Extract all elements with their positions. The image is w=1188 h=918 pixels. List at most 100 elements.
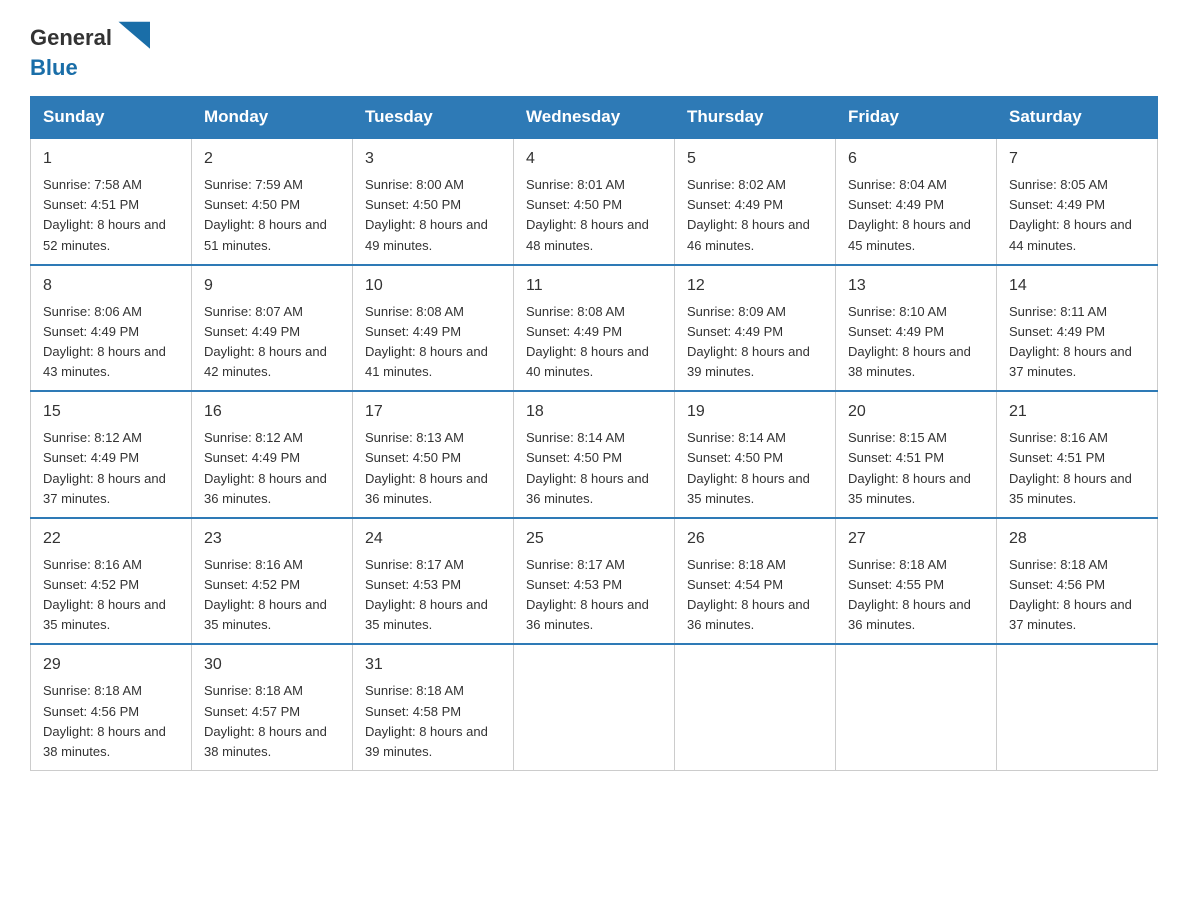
calendar-day-cell: 25Sunrise: 8:17 AMSunset: 4:53 PMDayligh…: [514, 518, 675, 645]
calendar-week-row: 15 Sunrise: 8:12 AMSunset: 4:49 PMDayligh…: [31, 391, 1158, 518]
day-info: Sunrise: 8:17 AMSunset: 4:53 PMDaylight:…: [526, 555, 662, 636]
page-header: General Blue: [30, 20, 1158, 80]
day-info: Sunrise: 8:01 AMSunset: 4:50 PMDaylight:…: [526, 175, 662, 256]
day-info: Sunrise: 8:06 AMSunset: 4:49 PMDaylight:…: [43, 302, 179, 383]
day-number: 15: [43, 400, 179, 424]
calendar-day-cell: 4 Sunrise: 8:01 AMSunset: 4:50 PMDaylight…: [514, 138, 675, 265]
day-number: 27: [848, 527, 984, 551]
day-number: 19: [687, 400, 823, 424]
day-number: 7: [1009, 147, 1145, 171]
day-number: 1: [43, 147, 179, 171]
day-info: Sunrise: 8:08 AMSunset: 4:49 PMDaylight:…: [365, 302, 501, 383]
day-info: Sunrise: 8:04 AMSunset: 4:49 PMDaylight:…: [848, 175, 984, 256]
day-number: 21: [1009, 400, 1145, 424]
day-info: Sunrise: 7:58 AMSunset: 4:51 PMDaylight:…: [43, 175, 179, 256]
calendar-day-cell: 9 Sunrise: 8:07 AMSunset: 4:49 PMDaylight…: [192, 265, 353, 392]
day-info: Sunrise: 8:00 AMSunset: 4:50 PMDaylight:…: [365, 175, 501, 256]
logo-text-general: General: [30, 26, 112, 50]
calendar-empty-cell: [514, 644, 675, 770]
calendar-day-cell: 1 Sunrise: 7:58 AMSunset: 4:51 PMDaylight…: [31, 138, 192, 265]
day-info: Sunrise: 8:16 AMSunset: 4:52 PMDaylight:…: [204, 555, 340, 636]
day-info: Sunrise: 8:14 AMSunset: 4:50 PMDaylight:…: [687, 428, 823, 509]
day-info: Sunrise: 8:12 AMSunset: 4:49 PMDaylight:…: [43, 428, 179, 509]
day-number: 14: [1009, 274, 1145, 298]
day-number: 20: [848, 400, 984, 424]
calendar-day-cell: 23 Sunrise: 8:16 AMSunset: 4:52 PMDayligh…: [192, 518, 353, 645]
weekday-header-wednesday: Wednesday: [514, 97, 675, 139]
day-number: 30: [204, 653, 340, 677]
calendar-week-row: 29 Sunrise: 8:18 AMSunset: 4:56 PMDayligh…: [31, 644, 1158, 770]
calendar-day-cell: 15 Sunrise: 8:12 AMSunset: 4:49 PMDayligh…: [31, 391, 192, 518]
calendar-day-cell: 14 Sunrise: 8:11 AMSunset: 4:49 PMDayligh…: [997, 265, 1158, 392]
day-number: 16: [204, 400, 340, 424]
day-info: Sunrise: 8:02 AMSunset: 4:49 PMDaylight:…: [687, 175, 823, 256]
weekday-header-saturday: Saturday: [997, 97, 1158, 139]
day-info: Sunrise: 7:59 AMSunset: 4:50 PMDaylight:…: [204, 175, 340, 256]
calendar-day-cell: 2 Sunrise: 7:59 AMSunset: 4:50 PMDaylight…: [192, 138, 353, 265]
day-number: 2: [204, 147, 340, 171]
day-number: 8: [43, 274, 179, 298]
weekday-header-thursday: Thursday: [675, 97, 836, 139]
day-number: 4: [526, 147, 662, 171]
day-number: 23: [204, 527, 340, 551]
day-number: 5: [687, 147, 823, 171]
calendar-empty-cell: [836, 644, 997, 770]
calendar-empty-cell: [675, 644, 836, 770]
calendar-day-cell: 29 Sunrise: 8:18 AMSunset: 4:56 PMDayligh…: [31, 644, 192, 770]
calendar-day-cell: 20 Sunrise: 8:15 AMSunset: 4:51 PMDayligh…: [836, 391, 997, 518]
calendar-day-cell: 10 Sunrise: 8:08 AMSunset: 4:49 PMDayligh…: [353, 265, 514, 392]
day-number: 28: [1009, 527, 1145, 551]
day-info: Sunrise: 8:18 AMSunset: 4:56 PMDaylight:…: [43, 681, 179, 762]
day-number: 9: [204, 274, 340, 298]
day-info: Sunrise: 8:16 AMSunset: 4:51 PMDaylight:…: [1009, 428, 1145, 509]
calendar-day-cell: 18Sunrise: 8:14 AMSunset: 4:50 PMDayligh…: [514, 391, 675, 518]
calendar-empty-cell: [997, 644, 1158, 770]
weekday-header-monday: Monday: [192, 97, 353, 139]
calendar-week-row: 1 Sunrise: 7:58 AMSunset: 4:51 PMDaylight…: [31, 138, 1158, 265]
day-info: Sunrise: 8:07 AMSunset: 4:49 PMDaylight:…: [204, 302, 340, 383]
day-number: 18: [526, 400, 662, 424]
logo-text-blue: Blue: [30, 56, 78, 80]
calendar-day-cell: 19 Sunrise: 8:14 AMSunset: 4:50 PMDayligh…: [675, 391, 836, 518]
day-info: Sunrise: 8:08 AMSunset: 4:49 PMDaylight:…: [526, 302, 662, 383]
weekday-header-row: SundayMondayTuesdayWednesdayThursdayFrid…: [31, 97, 1158, 139]
day-number: 6: [848, 147, 984, 171]
day-number: 29: [43, 653, 179, 677]
day-number: 10: [365, 274, 501, 298]
logo-triangle-icon: [114, 20, 150, 56]
day-info: Sunrise: 8:15 AMSunset: 4:51 PMDaylight:…: [848, 428, 984, 509]
day-info: Sunrise: 8:17 AMSunset: 4:53 PMDaylight:…: [365, 555, 501, 636]
day-info: Sunrise: 8:09 AMSunset: 4:49 PMDaylight:…: [687, 302, 823, 383]
day-number: 11: [526, 274, 662, 298]
calendar-day-cell: 17 Sunrise: 8:13 AMSunset: 4:50 PMDayligh…: [353, 391, 514, 518]
day-number: 12: [687, 274, 823, 298]
day-number: 13: [848, 274, 984, 298]
day-info: Sunrise: 8:16 AMSunset: 4:52 PMDaylight:…: [43, 555, 179, 636]
day-number: 3: [365, 147, 501, 171]
day-info: Sunrise: 8:13 AMSunset: 4:50 PMDaylight:…: [365, 428, 501, 509]
calendar-day-cell: 12 Sunrise: 8:09 AMSunset: 4:49 PMDayligh…: [675, 265, 836, 392]
weekday-header-friday: Friday: [836, 97, 997, 139]
day-info: Sunrise: 8:18 AMSunset: 4:58 PMDaylight:…: [365, 681, 501, 762]
calendar-day-cell: 5 Sunrise: 8:02 AMSunset: 4:49 PMDaylight…: [675, 138, 836, 265]
day-number: 26: [687, 527, 823, 551]
calendar-day-cell: 16 Sunrise: 8:12 AMSunset: 4:49 PMDayligh…: [192, 391, 353, 518]
day-number: 17: [365, 400, 501, 424]
day-number: 22: [43, 527, 179, 551]
day-number: 31: [365, 653, 501, 677]
day-info: Sunrise: 8:11 AMSunset: 4:49 PMDaylight:…: [1009, 302, 1145, 383]
calendar-day-cell: 7Sunrise: 8:05 AMSunset: 4:49 PMDaylight…: [997, 138, 1158, 265]
calendar-day-cell: 31 Sunrise: 8:18 AMSunset: 4:58 PMDayligh…: [353, 644, 514, 770]
calendar-day-cell: 11 Sunrise: 8:08 AMSunset: 4:49 PMDayligh…: [514, 265, 675, 392]
calendar-day-cell: 6 Sunrise: 8:04 AMSunset: 4:49 PMDaylight…: [836, 138, 997, 265]
weekday-header-sunday: Sunday: [31, 97, 192, 139]
calendar-day-cell: 26Sunrise: 8:18 AMSunset: 4:54 PMDayligh…: [675, 518, 836, 645]
day-info: Sunrise: 8:12 AMSunset: 4:49 PMDaylight:…: [204, 428, 340, 509]
calendar-week-row: 8 Sunrise: 8:06 AMSunset: 4:49 PMDaylight…: [31, 265, 1158, 392]
calendar-day-cell: 3 Sunrise: 8:00 AMSunset: 4:50 PMDaylight…: [353, 138, 514, 265]
calendar-day-cell: 22 Sunrise: 8:16 AMSunset: 4:52 PMDayligh…: [31, 518, 192, 645]
calendar-day-cell: 8 Sunrise: 8:06 AMSunset: 4:49 PMDaylight…: [31, 265, 192, 392]
calendar-table: SundayMondayTuesdayWednesdayThursdayFrid…: [30, 96, 1158, 771]
day-info: Sunrise: 8:18 AMSunset: 4:55 PMDaylight:…: [848, 555, 984, 636]
calendar-day-cell: 30Sunrise: 8:18 AMSunset: 4:57 PMDayligh…: [192, 644, 353, 770]
